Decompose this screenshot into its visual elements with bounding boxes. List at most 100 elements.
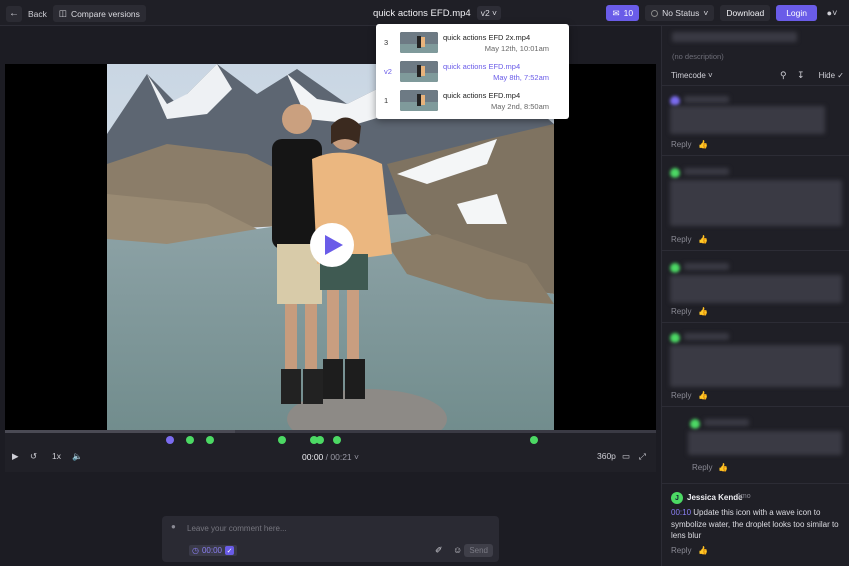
download-button[interactable]: Download [720,5,771,21]
comment-item: Reply 👍 [662,323,849,407]
like-icon[interactable]: 👍 [698,140,708,149]
loop-icon[interactable]: ↺ [30,451,37,462]
reply-button[interactable]: Reply [671,307,691,316]
like-icon[interactable]: 👍 [698,307,708,316]
avatar: J [671,492,683,504]
status-label: No Status [662,8,700,18]
comments-count-button[interactable]: ✉ 10 [606,5,640,21]
blurred-comment [688,431,842,455]
version-item-active[interactable]: v2 quick actions EFD.mp4 May 8th, 7:52am [376,57,569,86]
version-number: 3 [384,38,389,47]
version-item[interactable]: 3 quick actions EFD 2x.mp4 May 12th, 10:… [376,28,569,57]
status-dot-icon [651,9,659,17]
blurred-comment [670,345,842,387]
hide-button[interactable]: Hide ✓ [819,71,844,80]
timeline-marker[interactable] [530,436,538,444]
avatar [670,168,680,178]
comment-item: Reply 👍 [662,156,849,251]
player-controls: ▶ ↺ 1x 🔈 00:00 / 00:21 ˅ 360p ▭ ⤢ [5,447,656,469]
avatar [670,333,680,343]
reply-button[interactable]: Reply [692,463,712,472]
emoji-icon[interactable]: ☺ [453,545,462,555]
timecode-toggle[interactable]: ◷ 00:00 ✓ [189,545,238,556]
send-button[interactable]: Send [464,544,493,557]
reply-button[interactable]: Reply [671,140,691,149]
comment-body: 00:10 Update this icon with a wave icon … [671,507,846,542]
speed-button[interactable]: 1x [52,451,61,461]
chevron-down-icon: ˅ [703,8,709,18]
like-icon[interactable]: 👍 [698,391,708,400]
quality-button[interactable]: 360p [597,451,616,461]
version-date: May 8th, 7:52am [493,73,549,82]
comment-author: Jessica Kende [687,493,743,502]
time-display: 00:00 / 00:21 ˅ [302,452,359,462]
volume-icon[interactable]: 🔈 [72,451,83,462]
version-selector[interactable]: v2 ˅ [476,6,502,20]
blurred-author [684,263,729,270]
avatar [670,263,680,273]
sort-dropdown[interactable]: Timecode ˅ [671,71,713,80]
chevron-down-icon[interactable]: ˅ [354,452,359,462]
reply-item: Reply 👍 [662,407,849,484]
login-button[interactable]: Login [776,5,817,21]
version-number: v2 [384,67,392,76]
chevron-down-icon: ˅ [492,8,498,18]
back-arrow-icon[interactable]: ← [6,5,22,22]
download-icon[interactable]: ↧ [797,70,805,81]
comments-toolbar: Timecode ˅ ⚲ ↧ Hide ✓ [662,66,849,86]
comment-composer: ● Leave your comment here... ◷ 00:00 ✓ ✐… [162,516,499,562]
version-thumbnail [400,32,438,53]
status-dropdown[interactable]: No Status ˅ [645,5,715,21]
play-overlay-button[interactable] [310,223,354,267]
comment-timestamp[interactable]: 00:10 [671,508,691,517]
timeline-marker[interactable] [333,436,341,444]
play-icon[interactable]: ▶ [12,451,19,462]
like-icon[interactable]: 👍 [718,463,728,472]
timeline-marker[interactable] [166,436,174,444]
compare-versions-label: Compare versions [70,8,140,19]
theater-mode-icon[interactable]: ▭ [622,451,630,462]
version-date: May 12th, 10:01am [484,44,549,53]
blurred-comment [670,106,825,134]
blurred-author [704,419,749,426]
version-name: quick actions EFD.mp4 [443,91,521,100]
comment-input[interactable]: Leave your comment here... [187,524,287,533]
user-avatar-icon[interactable]: ●˅ [823,5,841,21]
timeline-marker[interactable] [316,436,324,444]
hide-label: Hide [818,71,836,80]
version-label: v2 [480,8,490,18]
avatar [690,419,700,429]
draw-icon[interactable]: ✐ [435,545,443,556]
version-date: May 2nd, 8:50am [491,102,549,111]
version-item[interactable]: 1 quick actions EFD.mp4 May 2nd, 8:50am [376,86,569,115]
timeline-marker[interactable] [186,436,194,444]
comments-panel: (no description) Timecode ˅ ⚲ ↧ Hide ✓ R… [661,26,849,566]
like-icon[interactable]: 👍 [698,235,708,244]
checkbox-icon[interactable]: ✓ [225,546,235,555]
reply-button[interactable]: Reply [671,546,691,555]
blurred-title [672,32,797,42]
current-time: 00:00 [302,452,324,462]
reply-button[interactable]: Reply [671,235,691,244]
version-name: quick actions EFD.mp4 [443,62,521,71]
avatar [670,96,680,106]
progress-bar[interactable] [5,430,656,433]
back-button[interactable]: Back [28,9,47,19]
comment-item: Reply 👍 [662,86,849,156]
search-icon[interactable]: ⚲ [780,70,787,81]
fullscreen-icon[interactable]: ⤢ [639,451,646,462]
video-stage[interactable] [5,64,656,456]
compare-versions-button[interactable]: ◫ Compare versions [52,5,146,22]
version-number: 1 [384,96,389,105]
description-text: (no description) [672,52,724,61]
timeline-marker[interactable] [206,436,214,444]
comment-item: J Jessica Kende 1mo 00:10 Update this ic… [662,484,849,566]
like-icon[interactable]: 👍 [698,546,708,555]
play-icon [324,235,343,255]
comment-icon: ✉ [612,7,620,18]
reply-button[interactable]: Reply [671,391,691,400]
timeline-marker[interactable] [278,436,286,444]
blurred-author [684,333,729,340]
clock-icon: ◷ [192,546,199,555]
version-thumbnail [400,90,438,111]
